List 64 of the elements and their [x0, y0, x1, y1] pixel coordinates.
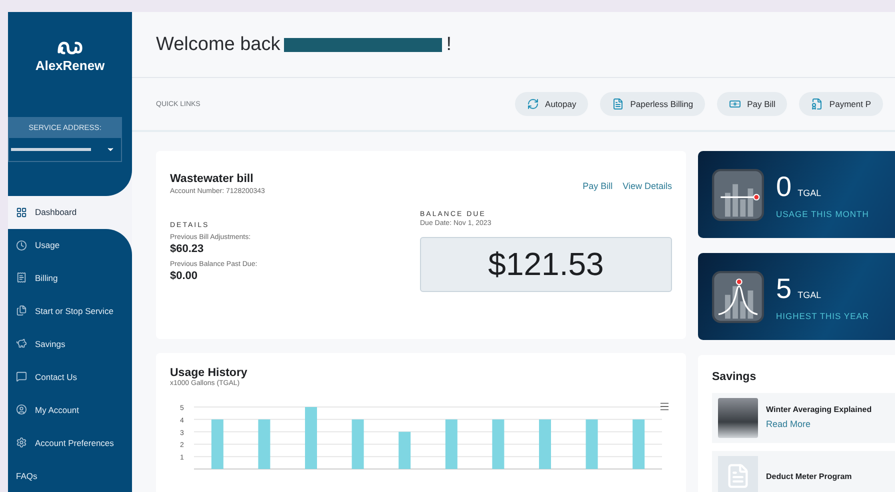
nav-item[interactable]: Account Preferences	[8, 426, 132, 460]
bill-link[interactable]: View Details	[622, 181, 672, 191]
balance-amount: $121.53	[420, 237, 672, 292]
nav-icon	[16, 371, 27, 382]
bill-link[interactable]: Pay Bill	[582, 181, 613, 191]
stat-unit: TGAL	[798, 290, 822, 300]
stat-value: 0	[776, 170, 792, 202]
document-icon	[718, 456, 758, 492]
usage-bar	[539, 419, 551, 469]
nav-icon	[16, 404, 27, 416]
quick-link-icon	[527, 98, 540, 110]
article-title: Deduct Meter Program	[766, 472, 852, 480]
usage-bar	[258, 419, 270, 469]
welcome-punctuation: !	[446, 34, 452, 56]
usage-bar	[352, 419, 364, 469]
photo-placeholder	[718, 398, 758, 438]
nav-icon	[16, 240, 27, 251]
detail-amount: $60.23	[170, 243, 205, 255]
nav-icon	[16, 437, 27, 448]
quick-link-button[interactable]: Paperless Billing	[600, 92, 706, 116]
nav-icon	[16, 305, 27, 316]
nav-item[interactable]: Usage	[8, 228, 132, 262]
welcome-text: Welcome back	[156, 34, 280, 56]
stat-value: 5	[776, 272, 792, 304]
usage-bar	[586, 419, 598, 469]
menu-icon[interactable]	[659, 401, 670, 412]
usage-bar	[445, 419, 458, 469]
quick-link-icon	[612, 98, 624, 110]
nav-item[interactable]: Contact Us	[8, 360, 132, 394]
read-more-link[interactable]: Read More	[766, 418, 811, 428]
usage-bar	[398, 432, 411, 469]
quick-link-button[interactable]: Payment P	[799, 92, 883, 116]
nav-item[interactable]: FAQs	[8, 459, 132, 492]
nav-item[interactable]: Start or Stop Service	[8, 294, 132, 328]
usage-bar	[211, 419, 224, 469]
article-card[interactable]: Deduct Meter Program	[712, 451, 895, 492]
usage-bar	[632, 419, 645, 469]
quick-link-icon	[729, 98, 742, 110]
nav-icon	[16, 272, 27, 284]
detail-amount: $0.00	[170, 270, 199, 282]
brand-name: AlexRenew	[35, 58, 105, 73]
caret-icon	[106, 145, 115, 154]
usage-bar	[492, 419, 504, 469]
service-address-select[interactable]	[8, 138, 122, 162]
nav-icon	[16, 338, 27, 350]
quick-link-icon	[811, 98, 824, 110]
stat-label: USAGE THIS MONTH	[776, 208, 869, 218]
nav-item[interactable]: My Account	[8, 393, 132, 426]
article-title: Winter Averaging Explained	[766, 404, 872, 414]
quick-link-button[interactable]: Pay Bill	[717, 92, 788, 116]
nav-icon	[16, 206, 27, 218]
stat-label: HIGHEST THIS YEAR	[776, 310, 870, 320]
bill-title: Wastewater bill	[170, 173, 254, 185]
logo-icon	[57, 40, 83, 56]
article-card[interactable]: Winter Averaging Explained Read More	[712, 393, 895, 443]
nav-item[interactable]: Savings	[8, 327, 132, 360]
usage-history-title: Usage History	[170, 367, 248, 379]
savings-title: Savings	[712, 371, 758, 383]
stat-unit: TGAL	[798, 188, 822, 198]
chart-icon	[712, 168, 764, 220]
usage-bar	[305, 407, 317, 469]
nav-item[interactable]: Billing	[8, 262, 132, 294]
quick-link-button[interactable]: Autopay	[515, 92, 588, 116]
chart-icon	[712, 270, 764, 322]
